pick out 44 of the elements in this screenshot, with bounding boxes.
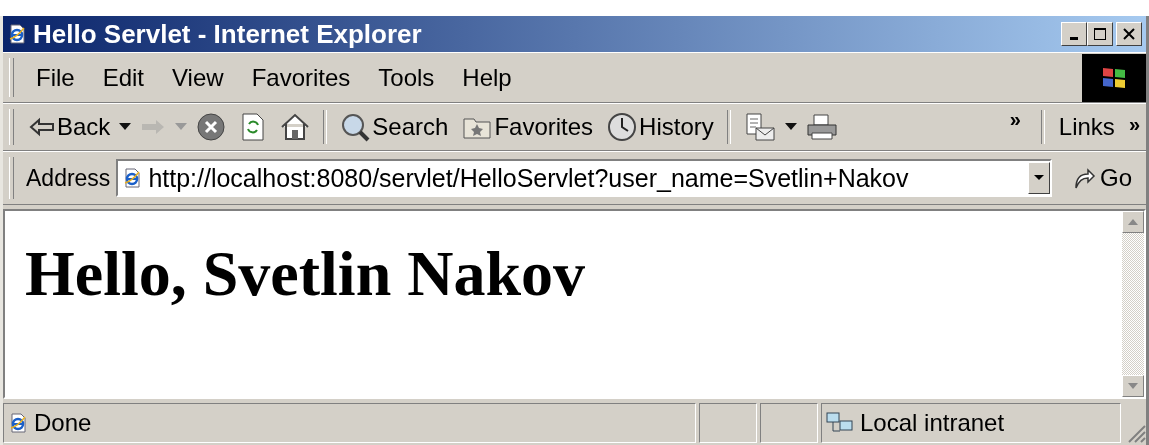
- toolbar-overflow-button[interactable]: »: [997, 108, 1033, 131]
- menu-item[interactable]: Favorites: [239, 59, 363, 96]
- links-overflow-button[interactable]: »: [1128, 113, 1140, 136]
- caret-icon[interactable]: [784, 123, 797, 131]
- page-icon: [8, 413, 28, 433]
- page-icon: [122, 168, 143, 188]
- close-icon: [1123, 28, 1135, 40]
- close-button[interactable]: [1116, 22, 1142, 46]
- favorites-button[interactable]: Favorites: [457, 110, 599, 144]
- caret-icon[interactable]: [119, 123, 132, 131]
- browser-icon: [7, 24, 27, 44]
- dropdown-button[interactable]: [1028, 162, 1050, 194]
- menu-item[interactable]: Edit: [90, 59, 157, 96]
- menu-item[interactable]: View: [160, 59, 236, 96]
- refresh-icon: [240, 112, 267, 142]
- search-icon: [340, 112, 371, 142]
- windows-logo-icon: [1082, 53, 1146, 102]
- links-label[interactable]: Links: [1058, 113, 1115, 141]
- menu-item[interactable]: Help: [450, 59, 524, 96]
- back-arrow-icon: [29, 117, 55, 137]
- caret-icon: [1034, 175, 1044, 181]
- search-button[interactable]: Search: [335, 109, 454, 145]
- maximize-button[interactable]: [1087, 22, 1113, 46]
- back-button[interactable]: Back: [24, 110, 116, 144]
- curved-arrow-icon: [1072, 166, 1096, 190]
- stop-icon: [196, 112, 227, 142]
- zone-label: Local intranet: [860, 409, 1005, 437]
- printer-icon: [805, 113, 838, 141]
- menu-item[interactable]: File: [24, 59, 87, 96]
- window-title: Hello Servlet - Internet Explorer: [33, 18, 423, 50]
- go-button[interactable]: Go: [1058, 164, 1146, 192]
- menu-item[interactable]: Tools: [366, 59, 447, 96]
- status-text: Done: [34, 409, 92, 437]
- network-icon: [826, 411, 854, 435]
- minimize-button[interactable]: [1061, 22, 1087, 46]
- address-label: Address: [26, 164, 111, 192]
- maximize-icon: [1093, 27, 1107, 41]
- clock-icon: [607, 112, 638, 142]
- page-heading: Hello, Svetlin Nakov: [25, 237, 587, 311]
- minimize-icon: [1070, 37, 1078, 40]
- address-field[interactable]: http://localhost:8080/servlet/HelloServlet?user_name=Svetlin+Nakov: [116, 159, 1052, 197]
- mail-icon: [743, 112, 776, 142]
- history-button[interactable]: History: [602, 109, 719, 145]
- home-icon: [280, 113, 311, 141]
